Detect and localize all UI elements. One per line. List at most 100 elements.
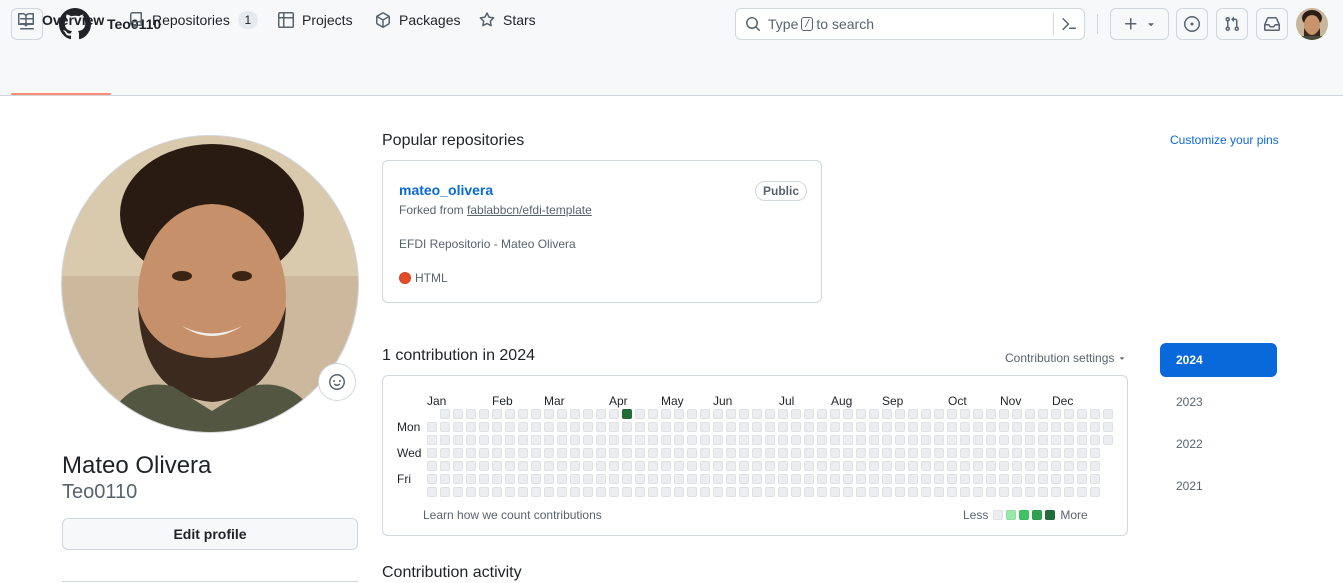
contribution-day-cell[interactable]	[583, 461, 593, 471]
contribution-day-cell[interactable]	[700, 474, 710, 484]
contribution-day-cell[interactable]	[804, 487, 814, 497]
contribution-day-cell[interactable]	[882, 487, 892, 497]
contribution-day-cell[interactable]	[999, 422, 1009, 432]
contribution-day-cell[interactable]	[817, 474, 827, 484]
contribution-day-cell[interactable]	[570, 474, 580, 484]
contribution-day-cell[interactable]	[752, 474, 762, 484]
tab-overview[interactable]: Overview	[18, 0, 104, 40]
contribution-day-cell[interactable]	[1051, 448, 1061, 458]
contribution-day-cell[interactable]	[635, 448, 645, 458]
contribution-day-cell[interactable]	[648, 422, 658, 432]
pinned-repo-name[interactable]: mateo_olivera	[399, 182, 493, 198]
contribution-day-cell[interactable]	[570, 409, 580, 419]
inbox-button[interactable]	[1256, 8, 1288, 40]
contribution-day-cell[interactable]	[596, 422, 606, 432]
contribution-day-cell[interactable]	[557, 461, 567, 471]
contribution-day-cell[interactable]	[921, 435, 931, 445]
contribution-day-cell[interactable]	[856, 461, 866, 471]
contribution-day-cell[interactable]	[986, 422, 996, 432]
contribution-day-cell[interactable]	[1103, 422, 1113, 432]
contribution-day-cell[interactable]	[895, 409, 905, 419]
contribution-day-cell[interactable]	[466, 422, 476, 432]
contribution-day-cell[interactable]	[999, 448, 1009, 458]
contribution-day-cell[interactable]	[817, 422, 827, 432]
contribution-day-cell[interactable]	[557, 435, 567, 445]
contribution-day-cell[interactable]	[791, 448, 801, 458]
contribution-day-cell[interactable]	[635, 409, 645, 419]
contribution-day-cell[interactable]	[427, 461, 437, 471]
contribution-day-cell[interactable]	[830, 487, 840, 497]
contribution-day-cell[interactable]	[674, 487, 684, 497]
contribution-day-cell[interactable]	[674, 422, 684, 432]
contribution-day-cell[interactable]	[466, 448, 476, 458]
contribution-day-cell[interactable]	[843, 461, 853, 471]
contribution-day-cell[interactable]	[843, 487, 853, 497]
contribution-day-cell[interactable]	[700, 487, 710, 497]
contribution-day-cell[interactable]	[635, 487, 645, 497]
contribution-day-cell[interactable]	[947, 487, 957, 497]
contribution-day-cell[interactable]	[973, 474, 983, 484]
contribution-day-cell[interactable]	[596, 448, 606, 458]
contribution-day-cell[interactable]	[557, 487, 567, 497]
contribution-day-cell[interactable]	[830, 409, 840, 419]
contribution-day-cell[interactable]	[739, 448, 749, 458]
contribution-day-cell[interactable]	[856, 448, 866, 458]
year-link-2021[interactable]: 2021	[1160, 469, 1277, 503]
contribution-day-cell[interactable]	[778, 422, 788, 432]
contribution-day-cell[interactable]	[882, 435, 892, 445]
contribution-day-cell[interactable]	[622, 409, 632, 419]
contribution-day-cell[interactable]	[765, 448, 775, 458]
contribution-day-cell[interactable]	[479, 461, 489, 471]
contribution-day-cell[interactable]	[427, 422, 437, 432]
contribution-day-cell[interactable]	[440, 461, 450, 471]
contribution-day-cell[interactable]	[1090, 461, 1100, 471]
contribution-day-cell[interactable]	[674, 409, 684, 419]
create-new-button[interactable]	[1110, 8, 1169, 40]
contribution-day-cell[interactable]	[1051, 422, 1061, 432]
contribution-day-cell[interactable]	[1038, 448, 1048, 458]
contribution-day-cell[interactable]	[1025, 461, 1035, 471]
contribution-day-cell[interactable]	[1038, 435, 1048, 445]
profile-avatar[interactable]	[61, 135, 359, 433]
contribution-day-cell[interactable]	[869, 461, 879, 471]
contribution-day-cell[interactable]	[1064, 474, 1074, 484]
contribution-day-cell[interactable]	[687, 474, 697, 484]
contribution-day-cell[interactable]	[1064, 409, 1074, 419]
contribution-day-cell[interactable]	[908, 461, 918, 471]
contribution-day-cell[interactable]	[765, 474, 775, 484]
contribution-day-cell[interactable]	[934, 474, 944, 484]
contribution-day-cell[interactable]	[531, 435, 541, 445]
contribution-day-cell[interactable]	[596, 474, 606, 484]
command-palette-button[interactable]	[1053, 13, 1084, 35]
contribution-day-cell[interactable]	[1038, 422, 1048, 432]
contribution-day-cell[interactable]	[1077, 448, 1087, 458]
contribution-day-cell[interactable]	[544, 409, 554, 419]
contribution-day-cell[interactable]	[570, 487, 580, 497]
contribution-day-cell[interactable]	[895, 487, 905, 497]
contribution-day-cell[interactable]	[986, 448, 996, 458]
contribution-day-cell[interactable]	[869, 448, 879, 458]
contribution-day-cell[interactable]	[1012, 448, 1022, 458]
contribution-day-cell[interactable]	[804, 422, 814, 432]
contribution-day-cell[interactable]	[895, 461, 905, 471]
contribution-day-cell[interactable]	[843, 422, 853, 432]
contribution-day-cell[interactable]	[453, 448, 463, 458]
contribution-day-cell[interactable]	[843, 448, 853, 458]
contribution-day-cell[interactable]	[466, 461, 476, 471]
contribution-day-cell[interactable]	[492, 461, 502, 471]
contribution-day-cell[interactable]	[752, 487, 762, 497]
contribution-day-cell[interactable]	[479, 448, 489, 458]
contribution-day-cell[interactable]	[869, 435, 879, 445]
contribution-day-cell[interactable]	[713, 487, 723, 497]
contribution-day-cell[interactable]	[531, 448, 541, 458]
contribution-day-cell[interactable]	[596, 435, 606, 445]
contribution-day-cell[interactable]	[999, 474, 1009, 484]
contribution-day-cell[interactable]	[934, 487, 944, 497]
contribution-day-cell[interactable]	[583, 435, 593, 445]
contribution-day-cell[interactable]	[921, 487, 931, 497]
contribution-day-cell[interactable]	[1051, 487, 1061, 497]
contribution-day-cell[interactable]	[440, 409, 450, 419]
contribution-day-cell[interactable]	[960, 461, 970, 471]
contribution-day-cell[interactable]	[1103, 409, 1113, 419]
contribution-day-cell[interactable]	[609, 409, 619, 419]
